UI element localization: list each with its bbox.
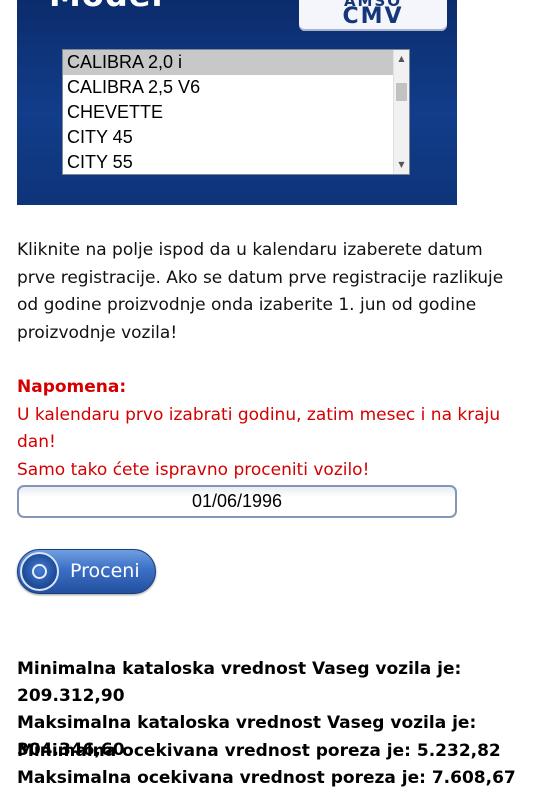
panel-title: Model	[49, 0, 163, 14]
list-item[interactable]: CITY 45	[63, 125, 393, 150]
instructions-line: od godine proizvodnje onda izaberite 1. …	[17, 295, 477, 315]
scroll-up-arrow-icon[interactable]: ▲	[394, 52, 409, 66]
max-tax-value: Maksimalna ocekivana vrednost poreza je:…	[17, 768, 516, 788]
proceni-button[interactable]: Proceni	[17, 549, 156, 594]
instructions-line: proizvodnje vozila!	[17, 322, 178, 343]
scroll-thumb[interactable]	[396, 83, 407, 101]
min-catalog-value: Minimalna kataloska vrednost Vaseg vozil…	[17, 659, 462, 706]
amso-cmv-logo: AMSO CMV	[299, 0, 447, 31]
note-title: Napomena:	[17, 377, 127, 397]
note-block: Napomena: U kalendaru prvo izabrati godi…	[17, 374, 542, 484]
model-panel: Model AMSO CMV CALIBRA 2,0 i CALIBRA 2,5…	[17, 0, 457, 205]
instructions-line: Kliknite na polje ispod da u kalendaru i…	[17, 240, 483, 260]
model-list: CALIBRA 2,0 i CALIBRA 2,5 V6 CHEVETTE CI…	[63, 50, 393, 174]
list-item-selected[interactable]: CALIBRA 2,0 i	[63, 50, 393, 75]
registration-date-input[interactable]: 01/06/1996	[17, 485, 457, 518]
tax-values: Minimalna ocekivana vrednost poreza je: …	[17, 738, 516, 792]
list-item[interactable]: CALIBRA 2,5 V6	[63, 75, 393, 100]
note-line: Samo tako ćete ispravno proceniti vozilo…	[17, 459, 370, 480]
model-listbox[interactable]: CALIBRA 2,0 i CALIBRA 2,5 V6 CHEVETTE CI…	[62, 49, 410, 175]
note-line: U kalendaru prvo izabrati godinu, zatim …	[17, 404, 501, 453]
proceni-button-label: Proceni	[70, 560, 140, 582]
list-scrollbar[interactable]: ▲ ▼	[393, 50, 409, 174]
instructions-text: Kliknite na polje ispod da u kalendaru i…	[17, 237, 542, 347]
scroll-down-arrow-icon[interactable]: ▼	[394, 158, 409, 172]
min-tax-value: Minimalna ocekivana vrednost poreza je: …	[17, 741, 501, 761]
instructions-line: prve registracije. Ako se datum prve reg…	[17, 267, 504, 288]
logo-bottom-text: CMV	[342, 4, 404, 29]
list-item[interactable]: CHEVETTE	[63, 100, 393, 125]
list-item[interactable]: CITY 55	[63, 150, 393, 174]
circle-icon	[20, 552, 59, 591]
